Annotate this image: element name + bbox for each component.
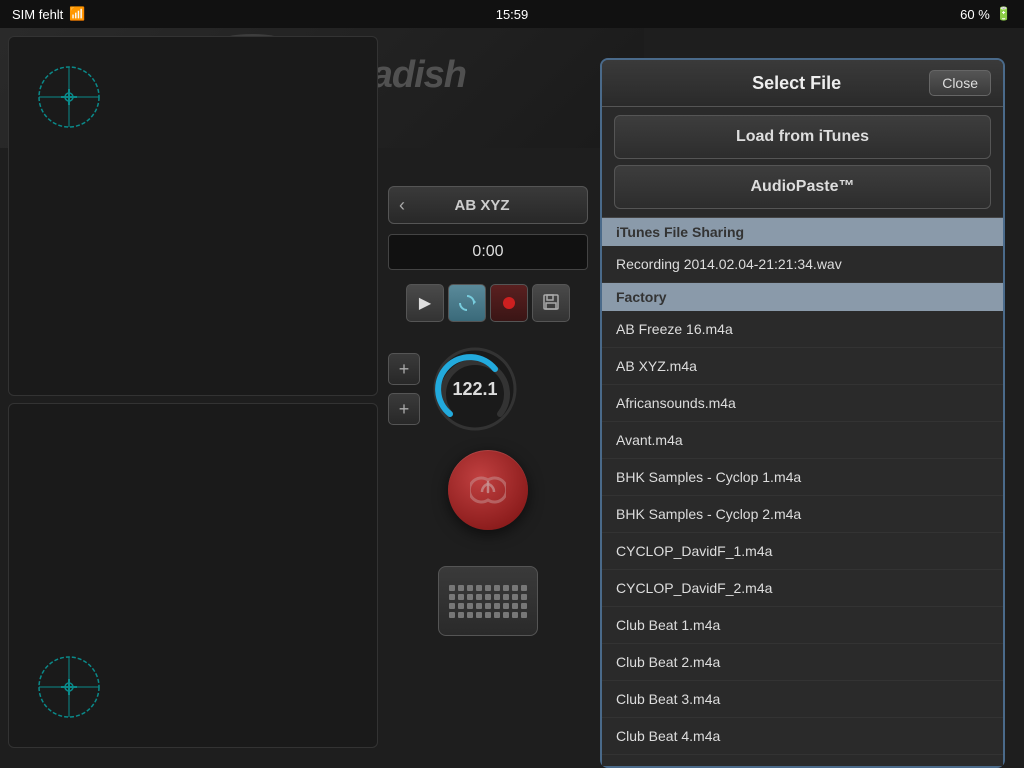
record-button[interactable]	[490, 284, 528, 322]
list-item[interactable]: CYCLOP_DavidF_1.m4a	[602, 533, 1003, 570]
plus-button-1[interactable]: +	[388, 353, 420, 385]
battery-icon: 🔋	[996, 6, 1012, 22]
list-item[interactable]: Club Beat 3.m4a	[602, 681, 1003, 718]
list-item[interactable]: Africansounds.m4a	[602, 385, 1003, 422]
wifi-icon: 📶	[69, 6, 85, 22]
bottom-left-panel	[8, 403, 378, 748]
crosshair-top-left[interactable]	[29, 57, 109, 137]
loop-button[interactable]	[448, 284, 486, 322]
status-bar: SIM fehlt 📶 15:59 60 % 🔋	[0, 0, 1024, 28]
power-button[interactable]	[448, 450, 528, 530]
plus-button-2[interactable]: +	[388, 393, 420, 425]
grid-dots	[449, 585, 527, 618]
top-left-panel	[8, 36, 378, 396]
dialog-title: Select File	[664, 73, 929, 94]
crosshair-bottom-left[interactable]	[29, 647, 109, 727]
dialog-header: Select File Close	[602, 60, 1003, 107]
load-from-itunes-button[interactable]: Load from iTunes	[614, 115, 991, 159]
list-section-header: Factory	[602, 283, 1003, 311]
app-area: Turnadish	[0, 28, 1024, 768]
close-button[interactable]: Close	[929, 70, 991, 96]
save-button[interactable]	[532, 284, 570, 322]
track-name: AB XYZ	[454, 197, 509, 214]
list-item[interactable]: Avant.m4a	[602, 422, 1003, 459]
sim-status: SIM fehlt	[12, 7, 63, 22]
track-selector[interactable]: ‹ AB XYZ	[388, 186, 588, 224]
list-item[interactable]: AB Freeze 16.m4a	[602, 311, 1003, 348]
list-item[interactable]: AB XYZ.m4a	[602, 348, 1003, 385]
time-value: 0:00	[472, 243, 503, 261]
select-file-dialog: Select File Close Load from iTunes Audio…	[600, 58, 1005, 768]
bpm-knob[interactable]: 122.1	[430, 344, 520, 434]
track-prev-arrow[interactable]: ‹	[399, 195, 405, 216]
list-item[interactable]: Club Beat 2.m4a	[602, 644, 1003, 681]
audio-paste-button[interactable]: AudioPaste™	[614, 165, 991, 209]
battery-status: 60 %	[960, 7, 990, 22]
list-section-header: iTunes File Sharing	[602, 218, 1003, 246]
grid-button[interactable]	[438, 566, 538, 636]
list-item[interactable]: Club Beat 4.m4a	[602, 718, 1003, 755]
play-button[interactable]: ▶	[406, 284, 444, 322]
list-item[interactable]: CYCLOP_DavidF_2.m4a	[602, 570, 1003, 607]
status-left: SIM fehlt 📶	[12, 6, 85, 22]
status-time: 15:59	[496, 7, 529, 22]
list-item[interactable]: Club Beat 5.m4a	[602, 755, 1003, 766]
dialog-actions: Load from iTunes AudioPaste™	[602, 107, 1003, 217]
list-item[interactable]: BHK Samples - Cyclop 2.m4a	[602, 496, 1003, 533]
list-item[interactable]: Recording 2014.02.04-21:21:34.wav	[602, 246, 1003, 283]
bpm-value: 122.1	[452, 379, 497, 400]
list-item[interactable]: Club Beat 1.m4a	[602, 607, 1003, 644]
file-list[interactable]: iTunes File SharingRecording 2014.02.04-…	[602, 217, 1003, 766]
list-item[interactable]: BHK Samples - Cyclop 1.m4a	[602, 459, 1003, 496]
time-display: 0:00	[388, 234, 588, 270]
status-right: 60 % 🔋	[960, 6, 1012, 22]
transport-controls: ▶	[406, 284, 570, 322]
